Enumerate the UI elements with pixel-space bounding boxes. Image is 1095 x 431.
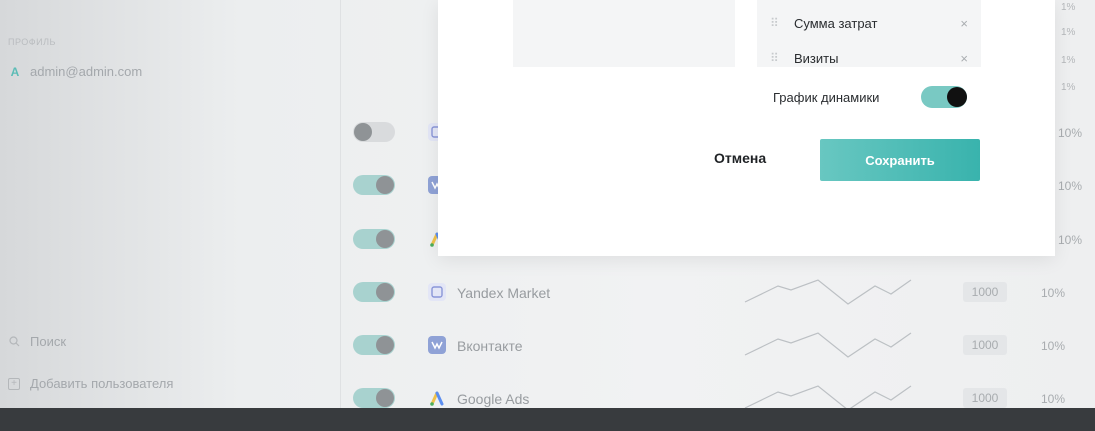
source-toggle[interactable]: [353, 122, 395, 142]
edge-percent: 1%: [1061, 82, 1076, 93]
dynamics-chart-toggle[interactable]: [921, 86, 967, 108]
selected-metrics-list: ⠿ Сумма затрат × ⠿ Визиты ×: [757, 0, 981, 67]
row-percent: 10%: [1058, 126, 1083, 140]
toggle-knob: [376, 336, 394, 354]
bottom-bar: [0, 408, 1095, 431]
drag-handle-icon[interactable]: ⠿: [770, 51, 780, 65]
budget-value[interactable]: 1000: [963, 388, 1007, 408]
remove-icon[interactable]: ×: [960, 51, 968, 66]
user-email: admin@admin.com: [30, 64, 143, 79]
row-percent: 10%: [1058, 179, 1083, 193]
source-toggle[interactable]: [353, 335, 395, 355]
dynamics-chart-label: График динамики: [773, 90, 880, 105]
available-metrics-panel: [513, 0, 735, 67]
metric-item[interactable]: ⠿ Сумма затрат ×: [770, 13, 968, 33]
metric-item[interactable]: ⠿ Визиты ×: [770, 48, 968, 68]
edge-percent: 1%: [1061, 2, 1076, 13]
budget-value[interactable]: 1000: [963, 335, 1007, 355]
edge-percent: 1%: [1061, 27, 1076, 38]
toggle-knob: [376, 283, 394, 301]
toggle-knob: [376, 230, 394, 248]
toggle-knob: [376, 176, 394, 194]
budget-value[interactable]: 1000: [963, 282, 1007, 302]
profile-section-label: ПРОФИЛЬ: [8, 37, 56, 47]
vk-icon: [428, 336, 446, 354]
drag-handle-icon[interactable]: ⠿: [770, 16, 780, 30]
cancel-button[interactable]: Отмена: [714, 150, 766, 166]
add-user-icon: +: [8, 377, 20, 390]
table-row: Вконтакте 1000 10%: [353, 331, 1095, 361]
google-ads-icon: [428, 389, 446, 407]
source-toggle[interactable]: [353, 282, 395, 302]
source-name: Google Ads: [457, 391, 530, 407]
sidebar-add-user-label: Добавить пользователя: [30, 376, 174, 391]
row-percent: 10%: [1041, 339, 1066, 353]
remove-icon[interactable]: ×: [960, 16, 968, 31]
source-toggle[interactable]: [353, 229, 395, 249]
sidebar-search-label: Поиск: [30, 334, 67, 349]
sidebar-search[interactable]: Поиск: [8, 334, 66, 349]
row-percent: 10%: [1041, 286, 1066, 300]
current-user[interactable]: A admin@admin.com: [8, 64, 143, 79]
metric-label: Сумма затрат: [794, 15, 878, 31]
row-percent: 10%: [1041, 392, 1066, 406]
dynamics-chart-row: График динамики: [773, 86, 973, 110]
settings-modal: ⠿ Сумма затрат × ⠿ Визиты × График динам…: [438, 0, 1055, 256]
metric-label: Визиты: [794, 50, 839, 66]
source-toggle[interactable]: [353, 175, 395, 195]
row-percent: 10%: [1058, 233, 1083, 247]
toggle-knob: [376, 389, 394, 407]
user-avatar-icon: A: [10, 64, 20, 79]
source-toggle[interactable]: [353, 388, 395, 408]
yandex-market-icon: [428, 283, 446, 301]
toggle-knob: [354, 123, 372, 141]
save-button[interactable]: Сохранить: [820, 139, 980, 181]
dynamics-sparkline: [744, 279, 912, 305]
table-row: Yandex Market 1000 10%: [353, 278, 1095, 308]
sidebar-divider: [340, 0, 341, 408]
edge-percent: 1%: [1061, 55, 1076, 66]
sidebar: ПРОФИЛЬ A admin@admin.com Поиск + Добави…: [0, 0, 340, 408]
toggle-knob: [947, 87, 967, 107]
sidebar-add-user[interactable]: + Добавить пользователя: [8, 376, 173, 391]
dynamics-sparkline: [744, 332, 912, 358]
search-icon: [8, 336, 20, 348]
source-name: Вконтакте: [457, 338, 523, 354]
source-name: Yandex Market: [457, 285, 551, 301]
